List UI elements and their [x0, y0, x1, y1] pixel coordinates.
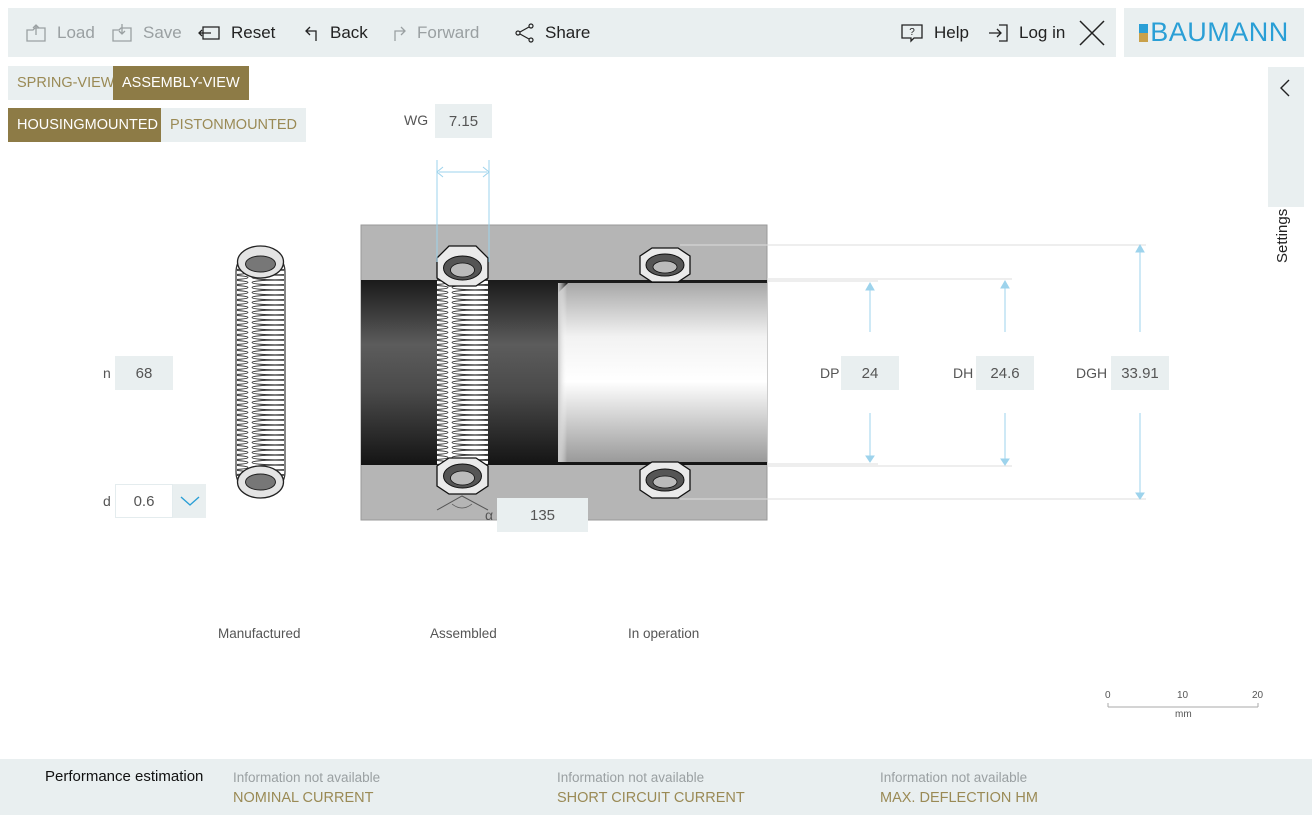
dp-label: DP — [820, 365, 840, 381]
nominal-current-name: NOMINAL CURRENT — [233, 790, 374, 806]
n-input[interactable]: 68 — [115, 356, 173, 390]
assembled-spring — [436, 245, 489, 495]
assembly-drawing — [235, 160, 1259, 708]
wg-label: WG — [404, 112, 429, 128]
housing-section — [360, 224, 768, 521]
wg-input[interactable]: 7.15 — [435, 104, 492, 138]
scale-tick-20: 20 — [1252, 690, 1264, 701]
dgh-label: DGH — [1076, 365, 1108, 381]
dh-input[interactable]: 24.6 — [976, 356, 1034, 390]
d-select[interactable]: 0.6 — [115, 484, 173, 518]
performance-title: Performance estimation — [45, 768, 204, 785]
operation-caption: In operation — [628, 626, 700, 641]
scale-tick-0: 0 — [1105, 690, 1111, 701]
dp-input[interactable]: 24 — [841, 356, 899, 390]
dh-label: DH — [953, 365, 974, 381]
alpha-label: α — [485, 507, 494, 523]
n-label: n — [103, 365, 111, 381]
scale-unit: mm — [1175, 709, 1192, 720]
nominal-current-status: Information not available — [233, 770, 381, 785]
short-circuit-status: Information not available — [557, 770, 705, 785]
short-circuit-name: SHORT CIRCUIT CURRENT — [557, 790, 745, 806]
dgh-input[interactable]: 33.91 — [1111, 356, 1169, 390]
performance-footer: Performance estimation Information not a… — [0, 759, 1312, 815]
manufactured-spring — [235, 245, 286, 499]
scale-bar — [1107, 703, 1259, 708]
d-dropdown-button[interactable] — [173, 484, 206, 518]
chevron-down-icon — [180, 496, 199, 506]
alpha-input[interactable]: 135 — [497, 498, 588, 532]
assembled-caption: Assembled — [430, 626, 497, 641]
manufactured-caption: Manufactured — [218, 626, 301, 641]
max-deflection-status: Information not available — [880, 770, 1028, 785]
scale-tick-10: 10 — [1177, 690, 1189, 701]
max-deflection-name: MAX. DEFLECTION HM — [880, 790, 1038, 806]
d-label: d — [103, 493, 111, 509]
